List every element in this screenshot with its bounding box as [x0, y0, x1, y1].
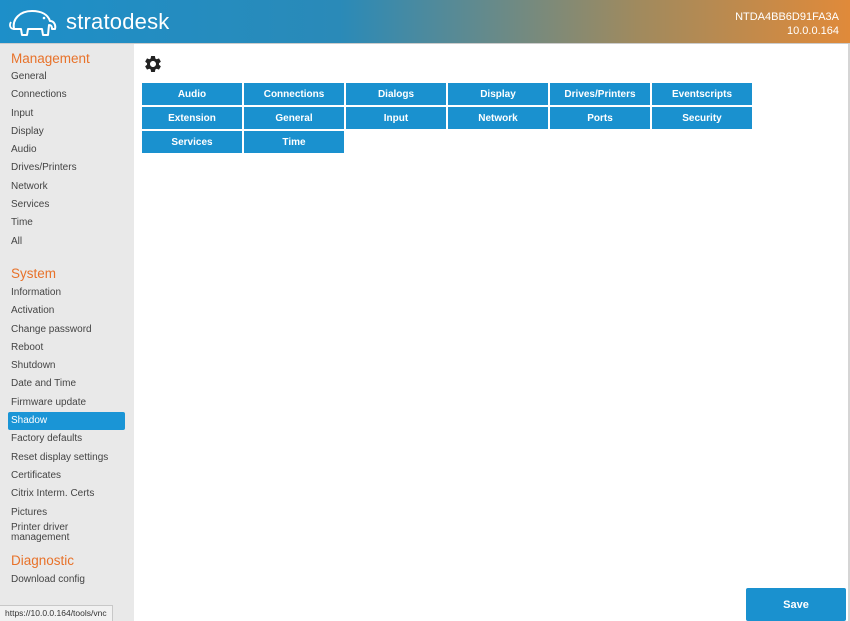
sidebar-item-general[interactable]: General: [0, 68, 134, 86]
sidebar-item-connections[interactable]: Connections: [0, 86, 134, 104]
sidebar-item-factory-defaults[interactable]: Factory defaults: [0, 430, 134, 448]
ip-address: 10.0.0.164: [787, 25, 839, 37]
section-title-system: System: [11, 265, 57, 281]
section-title-management: Management: [11, 51, 90, 66]
category-button-general[interactable]: General: [244, 107, 344, 129]
header-bar: stratodesk NTDA4BB6D91FA3A 10.0.0.164: [0, 0, 850, 44]
sidebar-item-firmware-update[interactable]: Firmware update: [0, 394, 134, 412]
category-button-dialogs[interactable]: Dialogs: [346, 83, 446, 105]
category-button-security[interactable]: Security: [652, 107, 752, 129]
category-button-ports[interactable]: Ports: [550, 107, 650, 129]
sidebar-item-services[interactable]: Services: [0, 196, 134, 214]
logo[interactable]: stratodesk: [8, 7, 170, 37]
sidebar-item-certificates[interactable]: Certificates: [0, 467, 134, 485]
management-nav: General Connections Input Display Audio …: [0, 68, 134, 251]
sidebar-item-information[interactable]: Information: [0, 284, 134, 302]
sidebar-item-display[interactable]: Display: [0, 123, 134, 141]
sidebar-item-drives-printers[interactable]: Drives/Printers: [0, 159, 134, 177]
sidebar-item-pictures[interactable]: Pictures: [0, 504, 134, 522]
sidebar-item-download-config[interactable]: Download config: [0, 571, 134, 589]
sidebar-item-time[interactable]: Time: [0, 214, 134, 232]
sidebar-item-reset-display-settings[interactable]: Reset display settings: [0, 449, 134, 467]
category-button-audio[interactable]: Audio: [142, 83, 242, 105]
host-info: NTDA4BB6D91FA3A 10.0.0.164: [735, 10, 839, 38]
sidebar-item-network[interactable]: Network: [0, 178, 134, 196]
sidebar-item-printer-driver-management[interactable]: Printer driver management: [0, 522, 100, 546]
system-nav: Information Activation Change password R…: [0, 284, 134, 546]
category-button-input[interactable]: Input: [346, 107, 446, 129]
sidebar-item-all[interactable]: All: [0, 233, 134, 251]
sidebar: Management General Connections Input Dis…: [0, 44, 134, 621]
category-button-time[interactable]: Time: [244, 131, 344, 153]
category-button-drives-printers[interactable]: Drives/Printers: [550, 83, 650, 105]
status-url-tooltip: https://10.0.0.164/tools/vnc: [0, 605, 113, 621]
sidebar-item-date-and-time[interactable]: Date and Time: [0, 375, 134, 393]
elephant-logo-icon: [9, 10, 57, 36]
gear-icon[interactable]: [143, 54, 163, 74]
sidebar-item-reboot[interactable]: Reboot: [0, 339, 134, 357]
logo-text: stratodesk: [66, 9, 170, 34]
category-button-connections[interactable]: Connections: [244, 83, 344, 105]
sidebar-item-audio[interactable]: Audio: [0, 141, 134, 159]
save-button[interactable]: Save: [746, 588, 846, 621]
sidebar-item-change-password[interactable]: Change password: [0, 321, 134, 339]
section-title-diagnostic: Diagnostic: [11, 552, 75, 568]
sidebar-item-activation[interactable]: Activation: [0, 302, 134, 320]
sidebar-item-shadow[interactable]: Shadow: [8, 412, 125, 431]
category-button-services[interactable]: Services: [142, 131, 242, 153]
hostname: NTDA4BB6D91FA3A: [735, 11, 839, 23]
sidebar-item-citrix-interm-certs[interactable]: Citrix Interm. Certs: [0, 485, 134, 503]
category-button-network[interactable]: Network: [448, 107, 548, 129]
category-button-grid: Audio Connections Dialogs Display Drives…: [142, 83, 752, 153]
category-button-display[interactable]: Display: [448, 83, 548, 105]
sidebar-item-input[interactable]: Input: [0, 105, 134, 123]
diagnostic-nav: Download config: [0, 571, 134, 589]
category-button-extension[interactable]: Extension: [142, 107, 242, 129]
category-button-eventscripts[interactable]: Eventscripts: [652, 83, 752, 105]
sidebar-item-shutdown[interactable]: Shutdown: [0, 357, 134, 375]
